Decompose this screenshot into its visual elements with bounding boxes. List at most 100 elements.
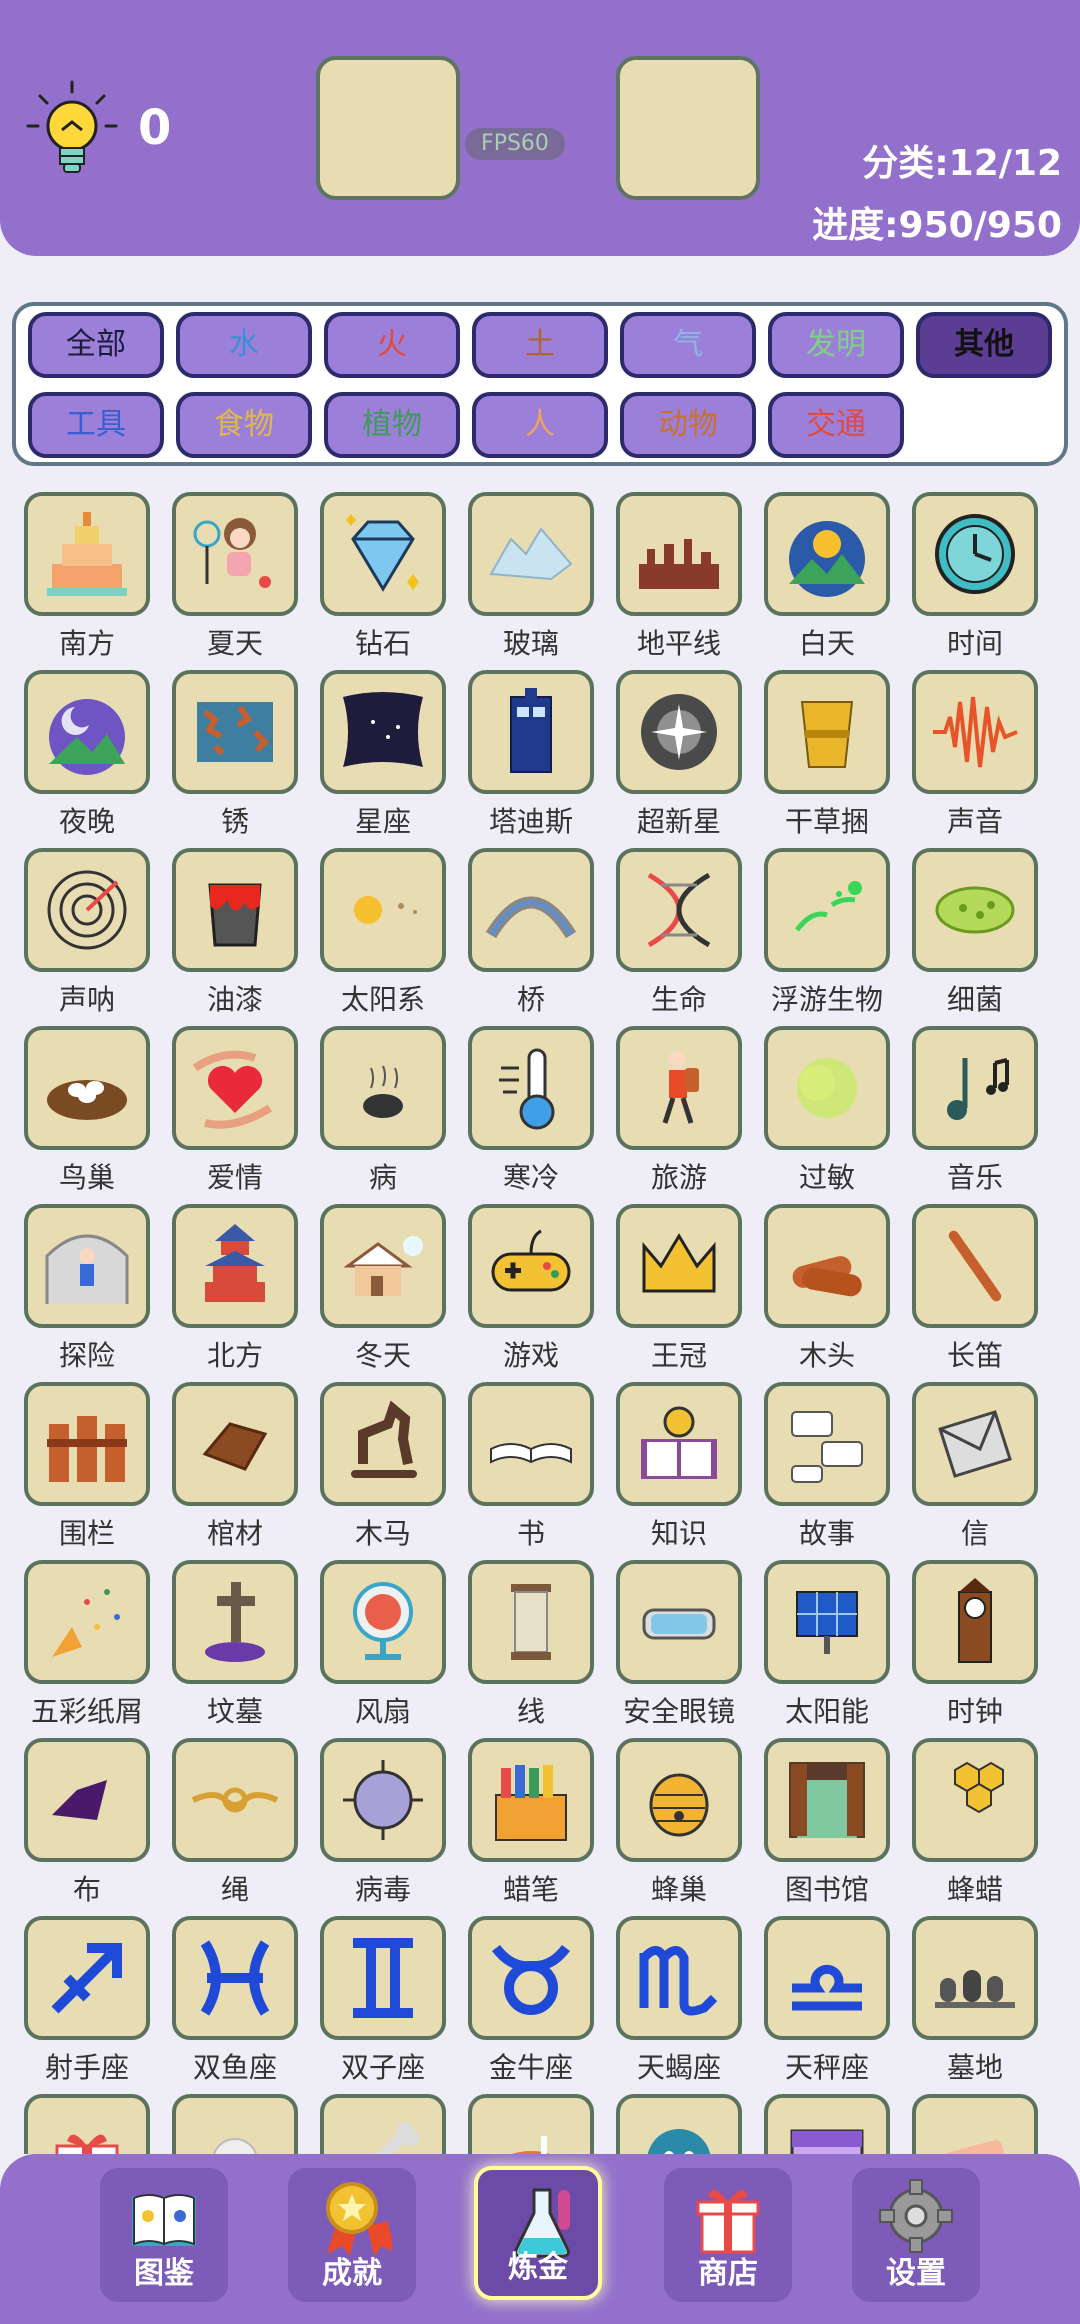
nav-flask[interactable]: 炼金 [474,2166,602,2300]
element-item[interactable]: 墓地 [912,1916,1060,2094]
element-item[interactable]: 太阳系 [320,848,468,1026]
skyline-icon[interactable] [616,492,742,616]
solar-system-icon[interactable] [320,848,446,972]
glass-icon[interactable] [468,492,594,616]
rope-icon[interactable] [172,1738,298,1862]
filter-button[interactable]: 人 [472,392,608,458]
roast-icon[interactable] [468,2094,594,2154]
element-item[interactable]: 安全眼镜 [616,1560,764,1738]
cloth-icon[interactable] [24,1738,150,1862]
nav-encyclopedia[interactable]: 图鉴 [100,2168,228,2302]
beehive-icon[interactable] [616,1738,742,1862]
element-item[interactable]: 故事 [764,1382,912,1560]
tardis-icon[interactable] [468,670,594,794]
graveyard-icon[interactable] [912,1916,1038,2040]
element-item[interactable]: 声音 [912,670,1060,848]
pagoda-icon[interactable] [172,1204,298,1328]
filter-button[interactable]: 食物 [176,392,312,458]
scorpio-icon[interactable] [616,1916,742,2040]
libra-icon[interactable] [764,1916,890,2040]
filter-button[interactable]: 工具 [28,392,164,458]
dna-icon[interactable] [616,848,742,972]
allergy-icon[interactable] [764,1026,890,1150]
pisces-icon[interactable] [172,1916,298,2040]
daytime-icon[interactable] [764,492,890,616]
element-item[interactable]: 图书馆 [764,1738,912,1916]
element-item[interactable]: 围栏 [24,1382,172,1560]
element-item[interactable]: 过敏 [764,1026,912,1204]
element-item[interactable] [468,2094,616,2154]
element-item[interactable]: 王冠 [616,1204,764,1382]
element-item[interactable]: 南方 [24,492,172,670]
sonar-icon[interactable] [24,848,150,972]
element-item[interactable]: 天秤座 [764,1916,912,2094]
solar-panel-icon[interactable] [764,1560,890,1684]
element-item[interactable]: 信 [912,1382,1060,1560]
filter-button[interactable]: 交通 [768,392,904,458]
plankton-icon[interactable] [764,848,890,972]
element-item[interactable]: 爱情 [172,1026,320,1204]
element-item[interactable]: 木头 [764,1204,912,1382]
winter-house-icon[interactable] [320,1204,446,1328]
combine-slot-right[interactable] [616,56,760,200]
filter-button[interactable]: 其他 [916,312,1052,378]
element-item[interactable]: 双子座 [320,1916,468,2094]
element-item[interactable]: 北方 [172,1204,320,1382]
thread-spool-icon[interactable] [468,1560,594,1684]
element-item[interactable]: 塔迪斯 [468,670,616,848]
virus-icon[interactable] [320,1738,446,1862]
element-item[interactable]: 桥 [468,848,616,1026]
lightbulb-icon[interactable] [22,78,122,188]
fan-icon[interactable] [320,1560,446,1684]
library-icon[interactable] [764,1738,890,1862]
element-item[interactable]: 天蝎座 [616,1916,764,2094]
grave-icon[interactable] [172,1560,298,1684]
element-item[interactable]: 双鱼座 [172,1916,320,2094]
element-item[interactable]: 生命 [616,848,764,1026]
element-item[interactable]: 病 [320,1026,468,1204]
traveler-icon[interactable] [616,1026,742,1150]
nest-icon[interactable] [24,1026,150,1150]
flute-icon[interactable] [912,1204,1038,1328]
wooden-horse-icon[interactable] [320,1382,446,1506]
element-item[interactable]: 超新星 [616,670,764,848]
element-item[interactable]: 旅游 [616,1026,764,1204]
element-item[interactable] [616,2094,764,2154]
element-item[interactable]: 坟墓 [172,1560,320,1738]
book-icon[interactable] [468,1382,594,1506]
element-item[interactable]: 长笛 [912,1204,1060,1382]
gift-icon[interactable] [24,2094,150,2154]
knowledge-icon[interactable] [616,1382,742,1506]
element-item[interactable]: 棺材 [172,1382,320,1560]
element-item[interactable]: 地平线 [616,492,764,670]
filter-button[interactable]: 全部 [28,312,164,378]
element-item[interactable]: 浮游生物 [764,848,912,1026]
filter-button[interactable]: 火 [324,312,460,378]
nav-medal[interactable]: 成就 [288,2168,416,2302]
element-item[interactable]: 书 [468,1382,616,1560]
thermometer-icon[interactable] [468,1026,594,1150]
gemini-icon[interactable] [320,1916,446,2040]
element-item[interactable]: 玻璃 [468,492,616,670]
element-item[interactable]: 时钟 [912,1560,1060,1738]
music-note-icon[interactable] [912,1026,1038,1150]
element-item[interactable]: 木马 [320,1382,468,1560]
element-item[interactable]: 蜂巢 [616,1738,764,1916]
element-item[interactable]: 夜晚 [24,670,172,848]
element-item[interactable]: 射手座 [24,1916,172,2094]
element-item[interactable] [172,2094,320,2154]
element-item[interactable]: 病毒 [320,1738,468,1916]
element-item[interactable]: 寒冷 [468,1026,616,1204]
element-item[interactable]: 锈 [172,670,320,848]
element-item[interactable]: 细菌 [912,848,1060,1026]
nav-gear[interactable]: 设置 [852,2168,980,2302]
explorer-icon[interactable] [24,1204,150,1328]
diamond-icon[interactable] [320,492,446,616]
goggles-icon[interactable] [616,1560,742,1684]
filter-button[interactable]: 水 [176,312,312,378]
crayons-icon[interactable] [468,1738,594,1862]
soundwave-icon[interactable] [912,670,1038,794]
element-item[interactable]: 线 [468,1560,616,1738]
combine-slot-left[interactable] [316,56,460,200]
element-item[interactable] [912,2094,1060,2154]
